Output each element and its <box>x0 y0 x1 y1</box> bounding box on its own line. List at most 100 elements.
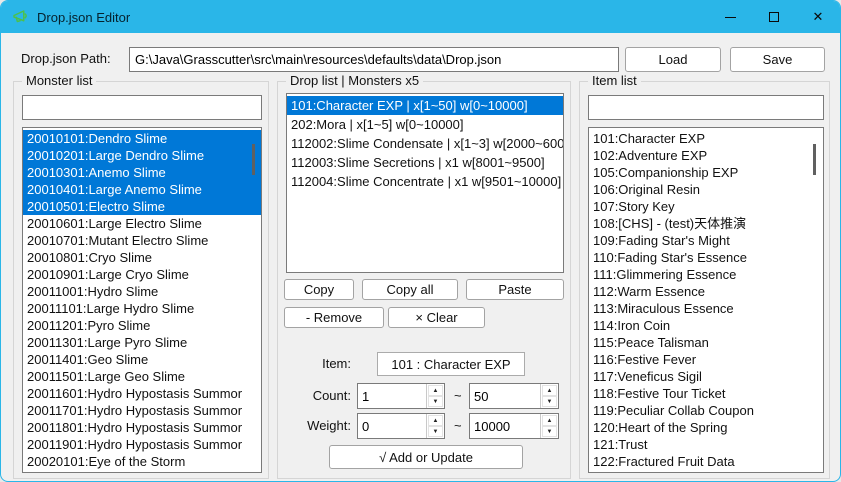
spin-down-icon[interactable]: ▼ <box>428 396 443 407</box>
spin-down-icon[interactable]: ▼ <box>542 426 557 437</box>
weight-min-arrows: ▲ ▼ <box>426 414 444 438</box>
list-item[interactable]: 20011201:Pyro Slime <box>23 317 261 334</box>
list-item[interactable]: 202:Mora | x[1~5] w[0~10000] <box>287 115 563 134</box>
list-item[interactable]: 20010601:Large Electro Slime <box>23 215 261 232</box>
list-item[interactable]: 110:Fading Star's Essence <box>589 249 823 266</box>
list-item[interactable]: 114:Iron Coin <box>589 317 823 334</box>
item-display[interactable]: 101 : Character EXP <box>377 352 525 376</box>
list-item[interactable]: 20010801:Cryo Slime <box>23 249 261 266</box>
list-item[interactable]: 20010101:Dendro Slime <box>23 130 261 147</box>
list-item[interactable]: 108:[CHS] - (test)天体推演 <box>589 215 823 232</box>
maximize-icon <box>769 12 779 22</box>
list-item[interactable]: 112003:Slime Secretions | x1 w[8001~9500… <box>287 153 563 172</box>
list-item[interactable]: 117:Veneficus Sigil <box>589 368 823 385</box>
list-item[interactable]: 105:Companionship EXP <box>589 164 823 181</box>
list-item[interactable]: 111:Glimmering Essence <box>589 266 823 283</box>
drop-listbox[interactable]: 101:Character EXP | x[1~50] w[0~10000]20… <box>286 93 564 273</box>
list-item[interactable]: 20010501:Electro Slime <box>23 198 261 215</box>
list-item[interactable]: 112004:Slime Concentrate | x1 w[9501~100… <box>287 172 563 191</box>
spin-up-icon[interactable]: ▲ <box>428 415 443 426</box>
path-label: Drop.json Path: <box>21 47 111 71</box>
item-scrollbar-thumb[interactable] <box>813 144 816 175</box>
item-filter-input[interactable] <box>588 95 824 120</box>
window-title: Drop.json Editor <box>37 10 130 25</box>
list-item[interactable]: 20010301:Anemo Slime <box>23 164 261 181</box>
list-item[interactable]: 20011501:Large Geo Slime <box>23 368 261 385</box>
weight-range-separator: ~ <box>454 414 462 438</box>
list-item[interactable]: 120:Heart of the Spring <box>589 419 823 436</box>
item-list-title: Item list <box>588 73 641 88</box>
maximize-button[interactable] <box>752 1 796 33</box>
load-button[interactable]: Load <box>625 47 721 72</box>
item-list-group: Item list 101:Character EXP102:Adventure… <box>579 81 830 479</box>
monster-list-title: Monster list <box>22 73 96 88</box>
paste-button[interactable]: Paste <box>466 279 564 300</box>
monster-listbox[interactable]: 20010101:Dendro Slime20010201:Large Dend… <box>22 127 262 473</box>
list-item[interactable]: 20010901:Large Cryo Slime <box>23 266 261 283</box>
list-item[interactable]: 20011101:Large Hydro Slime <box>23 300 261 317</box>
list-item[interactable]: 20011001:Hydro Slime <box>23 283 261 300</box>
list-item[interactable]: 118:Festive Tour Ticket <box>589 385 823 402</box>
count-label: Count: <box>278 384 351 408</box>
list-item[interactable]: 112002:Slime Condensate | x[1~3] w[2000~… <box>287 134 563 153</box>
add-or-update-button[interactable]: √ Add or Update <box>329 445 523 469</box>
list-item[interactable]: 20011301:Large Pyro Slime <box>23 334 261 351</box>
list-item[interactable]: 115:Peace Talisman <box>589 334 823 351</box>
count-min-arrows: ▲ ▼ <box>426 384 444 408</box>
list-item[interactable]: 101:Character EXP | x[1~50] w[0~10000] <box>287 96 563 115</box>
monster-filter-input[interactable] <box>22 95 262 120</box>
count-min-spinner: ▲ ▼ <box>357 383 445 409</box>
list-item[interactable]: 20010401:Large Anemo Slime <box>23 181 261 198</box>
close-button[interactable]: ✕ <box>796 1 840 33</box>
drop-list-group: Drop list | Monsters x5 101:Character EX… <box>277 81 571 479</box>
list-item[interactable]: 109:Fading Star's Might <box>589 232 823 249</box>
list-item[interactable]: 20020101:Eye of the Storm <box>23 453 261 470</box>
list-item[interactable]: 102:Adventure EXP <box>589 147 823 164</box>
weight-min-input[interactable] <box>358 414 426 438</box>
app-window: Drop.json Editor ✕ Drop.json Path: Load … <box>0 0 841 482</box>
clear-button[interactable]: × Clear <box>388 307 485 328</box>
minimize-icon <box>725 17 736 18</box>
window-controls: ✕ <box>708 1 840 33</box>
list-item[interactable]: 20011901:Hydro Hypostasis Summor <box>23 436 261 453</box>
save-button[interactable]: Save <box>730 47 825 72</box>
minimize-button[interactable] <box>708 1 752 33</box>
spin-up-icon[interactable]: ▲ <box>428 385 443 396</box>
list-item[interactable]: 20011601:Hydro Hypostasis Summor <box>23 385 261 402</box>
list-item[interactable]: 101:Character EXP <box>589 130 823 147</box>
list-item[interactable]: 116:Festive Fever <box>589 351 823 368</box>
remove-button[interactable]: - Remove <box>284 307 384 328</box>
count-max-arrows: ▲ ▼ <box>540 384 558 408</box>
copy-all-button[interactable]: Copy all <box>362 279 458 300</box>
list-item[interactable]: 20010201:Large Dendro Slime <box>23 147 261 164</box>
list-item[interactable]: 20011701:Hydro Hypostasis Summor <box>23 402 261 419</box>
spin-up-icon[interactable]: ▲ <box>542 385 557 396</box>
item-listbox[interactable]: 101:Character EXP102:Adventure EXP105:Co… <box>588 127 824 473</box>
monster-list-group: Monster list 20010101:Dendro Slime200102… <box>13 81 269 479</box>
weight-label: Weight: <box>278 414 351 438</box>
copy-button[interactable]: Copy <box>284 279 354 300</box>
count-min-input[interactable] <box>358 384 426 408</box>
spin-down-icon[interactable]: ▼ <box>428 426 443 437</box>
list-item[interactable]: 20010701:Mutant Electro Slime <box>23 232 261 249</box>
close-icon: ✕ <box>813 9 824 25</box>
count-max-spinner: ▲ ▼ <box>469 383 559 409</box>
megaphone-icon <box>11 8 29 26</box>
count-max-input[interactable] <box>470 384 540 408</box>
list-item[interactable]: 119:Peculiar Collab Coupon <box>589 402 823 419</box>
monster-scrollbar-thumb[interactable] <box>252 144 255 175</box>
list-item[interactable]: 122:Fractured Fruit Data <box>589 453 823 470</box>
title-bar: Drop.json Editor ✕ <box>1 1 840 33</box>
spin-up-icon[interactable]: ▲ <box>542 415 557 426</box>
list-item[interactable]: 112:Warm Essence <box>589 283 823 300</box>
drop-list-title: Drop list | Monsters x5 <box>286 73 423 88</box>
list-item[interactable]: 106:Original Resin <box>589 181 823 198</box>
list-item[interactable]: 20011801:Hydro Hypostasis Summor <box>23 419 261 436</box>
spin-down-icon[interactable]: ▼ <box>542 396 557 407</box>
list-item[interactable]: 113:Miraculous Essence <box>589 300 823 317</box>
list-item[interactable]: 107:Story Key <box>589 198 823 215</box>
list-item[interactable]: 121:Trust <box>589 436 823 453</box>
list-item[interactable]: 20011401:Geo Slime <box>23 351 261 368</box>
weight-max-input[interactable] <box>470 414 540 438</box>
path-input[interactable] <box>129 47 619 72</box>
